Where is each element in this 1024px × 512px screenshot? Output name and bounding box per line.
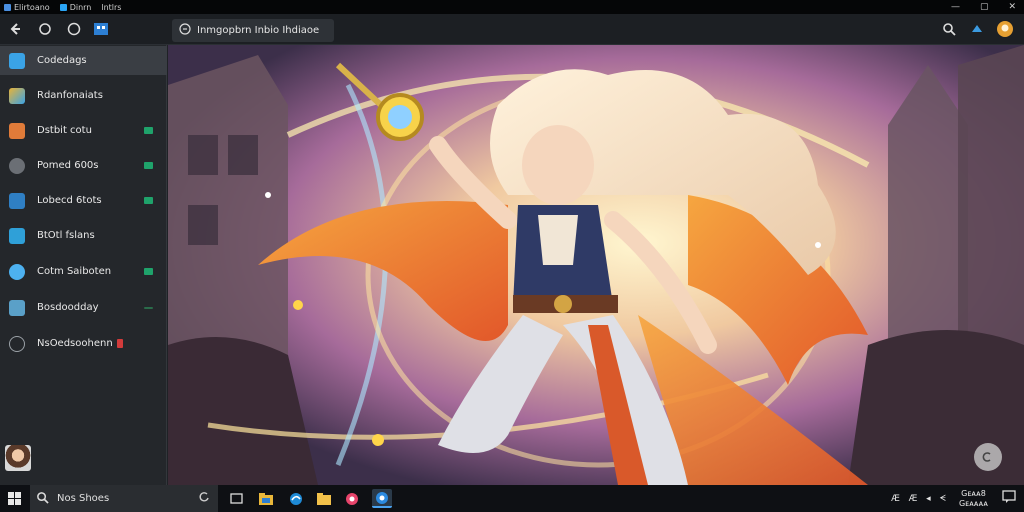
browser-active-icon[interactable] — [372, 489, 392, 508]
main-image-area — [168, 45, 1024, 485]
sidebar-item-label: Codedags — [37, 55, 87, 66]
start-icon[interactable] — [8, 492, 21, 508]
avatar[interactable] — [5, 445, 31, 471]
sidebar-item-codedags[interactable]: Codedags — [0, 46, 167, 75]
hero-illustration — [168, 45, 1024, 485]
sidebar-item-label: Dstbit cotu — [37, 125, 92, 136]
status-badge — [144, 197, 153, 204]
sidebar-item-btotl[interactable]: BtOtl fslans — [0, 221, 167, 250]
sidebar-item-label: Rdanfonaiats — [37, 90, 103, 101]
window-controls: — ▢ ✕ — [951, 0, 1024, 14]
sidebar-item-label: Lobecd 6tots — [37, 195, 102, 206]
app-icon[interactable] — [342, 489, 362, 508]
sidebar-item-lobecd[interactable]: Lobecd 6tots — [0, 186, 167, 215]
status-badge — [144, 268, 153, 275]
taskbar-search[interactable]: Nos Shoes — [30, 485, 218, 512]
tab-icon — [179, 23, 191, 38]
alert-icon — [116, 339, 123, 348]
sidebar-item-label: NsOedsoohenn — [37, 338, 113, 349]
maximize-icon[interactable]: ▢ — [980, 2, 989, 12]
sidebar-item-label: Cotm Saiboten — [37, 266, 112, 277]
sidebar-item-dstbit[interactable]: Dstbit cotu — [0, 116, 167, 145]
system-tray: Æ Æ ◂ ᗕ Gᴇᴀᴀ8 Gᴇᴀᴀᴀᴀ — [891, 485, 1024, 512]
title-bar: Elirtoano Dinrn lntlrs — [0, 0, 1024, 14]
top-toolbar — [0, 14, 1024, 45]
titlebar-item-label: Dinrn — [69, 2, 92, 12]
status-badge — [144, 306, 153, 309]
profile-avatar-icon[interactable] — [996, 20, 1014, 38]
search-text: Nos Shoes — [57, 493, 110, 504]
sidebar-item-rdanfonaiats[interactable]: Rdanfonaiats — [0, 81, 167, 110]
circle-icon[interactable] — [65, 20, 83, 38]
status-badge — [144, 127, 153, 134]
clock-date: Gᴇᴀᴀᴀᴀ — [958, 498, 988, 508]
sidebar-item-label: Bosdoodday — [37, 302, 99, 313]
titlebar-item-3[interactable]: lntlrs — [101, 3, 121, 12]
settings-icon — [9, 335, 25, 352]
active-tab[interactable]: Inmgopbrn Inbio Ihdiaoe — [172, 19, 334, 42]
task-view-icon[interactable] — [226, 489, 246, 508]
folder-icon — [9, 122, 25, 139]
folder-icon[interactable] — [314, 489, 334, 508]
sidebar-item-label: BtOtl fslans — [37, 230, 95, 241]
cube-icon — [9, 52, 25, 69]
titlebar-item-label: Elirtoano — [14, 2, 50, 12]
refresh-icon[interactable] — [198, 491, 210, 506]
chat-icon[interactable] — [36, 20, 54, 38]
building-icon — [9, 192, 25, 209]
notification-icon[interactable] — [1002, 490, 1016, 507]
palette-icon — [9, 87, 25, 104]
box-icon — [9, 227, 25, 244]
sidebar: Codedags Rdanfonaiats Dstbit cotu Pomed … — [0, 45, 167, 485]
back-icon[interactable] — [6, 20, 24, 38]
taskbar: Nos Shoes Æ Æ ◂ ᗕ Gᴇᴀᴀ8 Gᴇᴀᴀᴀᴀ — [0, 485, 1024, 512]
tray-icons[interactable]: Æ Æ ◂ ᗕ — [891, 494, 947, 504]
browser-edge-icon[interactable] — [286, 489, 306, 508]
clock[interactable]: Gᴇᴀᴀ8 Gᴇᴀᴀᴀᴀ — [959, 489, 988, 509]
app-icon — [4, 3, 11, 11]
sidebar-item-bosdoodday[interactable]: Bosdoodday — [0, 293, 167, 322]
search-icon[interactable] — [940, 20, 958, 38]
extension-icon[interactable] — [968, 20, 986, 38]
titlebar-item-1[interactable]: Elirtoano — [4, 3, 50, 12]
tab-label: Inmgopbrn Inbio Ihdiaoe — [197, 25, 320, 36]
store-icon[interactable] — [92, 20, 110, 38]
sidebar-item-nsoedsoohenn[interactable]: NsOedsoohenn — [0, 329, 167, 358]
floating-action-button[interactable] — [974, 443, 1002, 471]
close-icon[interactable]: ✕ — [1008, 2, 1016, 12]
status-badge — [144, 162, 153, 169]
bird-icon — [9, 263, 25, 280]
sidebar-item-cotm[interactable]: Cotm Saiboten — [0, 257, 167, 286]
minimize-icon[interactable]: — — [951, 2, 960, 12]
sidebar-item-pomed[interactable]: Pomed 600s — [0, 151, 167, 180]
titlebar-item-2[interactable]: Dinrn — [59, 2, 92, 12]
app-icon — [59, 3, 67, 11]
search-icon — [36, 491, 49, 507]
file-explorer-icon[interactable] — [256, 489, 276, 508]
sidebar-item-label: Pomed 600s — [37, 160, 99, 171]
clock-time: Gᴇᴀᴀ8 — [961, 488, 986, 498]
card-icon — [9, 299, 25, 316]
shield-icon — [9, 157, 25, 174]
titlebar-item-label: lntlrs — [101, 2, 122, 12]
